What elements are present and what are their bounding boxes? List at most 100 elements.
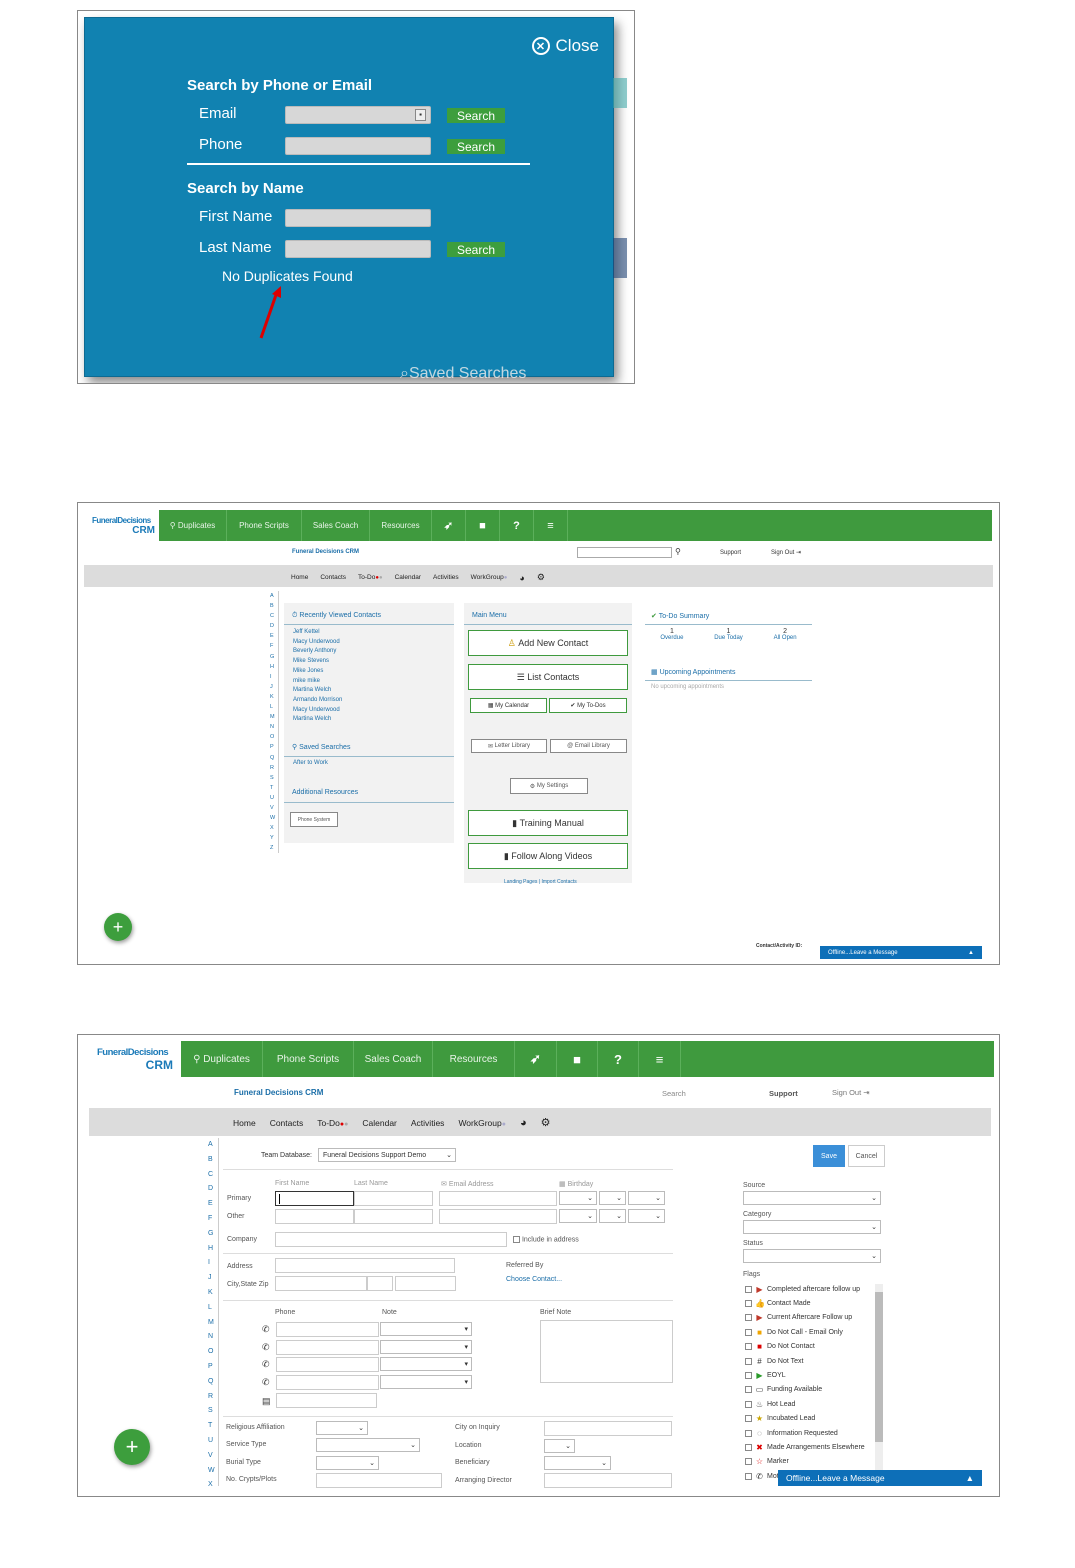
phone-input[interactable] (276, 1322, 379, 1337)
scrollbar[interactable] (875, 1284, 883, 1484)
subnav-activities[interactable]: Activities (433, 574, 459, 581)
follow-along-button[interactable]: ▮ Follow Along Videos (468, 843, 628, 869)
my-calendar-button[interactable]: ▦ My Calendar (470, 698, 547, 713)
service-type-select[interactable]: ⌄ (316, 1438, 420, 1452)
birth-year-select[interactable]: ⌄ (628, 1191, 665, 1205)
add-button[interactable]: + (104, 913, 132, 941)
flag-checkbox[interactable] (745, 1458, 752, 1466)
flag-item[interactable]: ▶ Current Aftercare Follow up (745, 1311, 875, 1325)
landing-pages-link[interactable]: Landing Pages (504, 879, 537, 885)
alpha-letter[interactable]: B (208, 1153, 215, 1168)
alpha-letter[interactable]: K (270, 692, 275, 702)
city-input[interactable] (275, 1276, 367, 1291)
flag-item[interactable]: ▶ Completed aftercare follow up (745, 1282, 875, 1296)
alpha-letter[interactable]: U (208, 1434, 215, 1449)
email-input[interactable]: ▪ (285, 106, 431, 124)
alpha-letter[interactable]: K (208, 1286, 215, 1301)
support-link[interactable]: Support (769, 1089, 798, 1098)
alpha-letter[interactable]: G (208, 1227, 215, 1242)
zip-input[interactable] (395, 1276, 456, 1291)
phone-search-button[interactable]: Search (447, 139, 505, 154)
alpha-letter[interactable]: V (270, 803, 275, 813)
training-manual-button[interactable]: ▮ Training Manual (468, 810, 628, 836)
search-input[interactable]: Search (662, 1089, 686, 1098)
flag-item[interactable]: ▶ EOYL (745, 1368, 875, 1382)
team-db-select[interactable]: Funeral Decisions Support Demo ⌄ (318, 1148, 456, 1162)
flag-item[interactable]: ☆ Marker (745, 1455, 875, 1469)
address-input[interactable] (275, 1258, 455, 1273)
flag-checkbox[interactable] (745, 1472, 752, 1480)
status-select[interactable]: ⌄ (743, 1249, 881, 1263)
subnav-workgroup[interactable]: WorkGroup● (458, 1118, 506, 1128)
support-link[interactable]: Support (720, 550, 741, 556)
nav-sales-coach[interactable]: Sales Coach (302, 510, 370, 541)
logo[interactable]: FuneralDecisions CRM (84, 510, 159, 541)
nav-phone-scripts[interactable]: Phone Scripts (227, 510, 302, 541)
other-email-input[interactable] (439, 1209, 557, 1224)
scrollbar-thumb[interactable] (875, 1292, 883, 1442)
phone-note-select[interactable]: ▾ (380, 1374, 472, 1389)
gear-icon[interactable]: ⚙ (537, 572, 545, 583)
flag-checkbox[interactable] (745, 1429, 752, 1437)
fax-input[interactable] (276, 1393, 377, 1408)
subnav-todo[interactable]: To-Do●● (317, 1118, 348, 1128)
flag-checkbox[interactable] (745, 1343, 752, 1351)
brief-note-textarea[interactable] (540, 1320, 673, 1383)
last-name-input[interactable] (354, 1191, 433, 1206)
phone-system-button[interactable]: Phone System (290, 812, 338, 827)
saved-item[interactable]: After to Work (293, 760, 328, 766)
recent-contact-link[interactable]: Mike Stevens (293, 657, 342, 667)
alpha-letter[interactable]: S (270, 773, 275, 783)
nav-resources[interactable]: Resources (370, 510, 432, 541)
alpha-letter[interactable]: P (270, 742, 275, 752)
sign-out-link[interactable]: Sign Out ⇥ (771, 549, 801, 556)
cancel-button[interactable]: Cancel (848, 1145, 885, 1167)
flag-checkbox[interactable] (745, 1386, 752, 1394)
subnav-calendar[interactable]: Calendar (395, 574, 421, 581)
alpha-letter[interactable]: J (208, 1271, 215, 1286)
subnav-contacts[interactable]: Contacts (270, 1118, 304, 1128)
alpha-letter[interactable]: D (270, 621, 275, 631)
alpha-letter[interactable]: Z (270, 843, 275, 853)
city-inquiry-input[interactable] (544, 1421, 672, 1436)
flag-item[interactable]: ◌ Information Requested (745, 1426, 875, 1440)
alpha-letter[interactable]: W (270, 813, 275, 823)
list-contacts-button[interactable]: ☰ List Contacts (468, 664, 628, 690)
alpha-letter[interactable]: U (270, 793, 275, 803)
other-month-select[interactable]: ⌄ (559, 1209, 597, 1223)
flag-item[interactable]: # Do Not Text (745, 1354, 875, 1368)
alpha-letter[interactable]: E (208, 1197, 215, 1212)
phone-input[interactable] (276, 1339, 379, 1355)
recent-contact-link[interactable]: Macy Underwood (293, 706, 342, 716)
other-year-select[interactable]: ⌄ (628, 1209, 665, 1223)
sign-out-link[interactable]: Sign Out ⇥ (832, 1088, 870, 1097)
recent-contact-link[interactable]: Martina Welch (293, 686, 342, 696)
subnav-workgroup[interactable]: WorkGroup● (471, 574, 508, 581)
alpha-letter[interactable]: F (270, 641, 275, 651)
religious-select[interactable]: ⌄ (316, 1421, 368, 1435)
alpha-letter[interactable]: N (208, 1330, 215, 1345)
flag-checkbox[interactable] (745, 1415, 752, 1423)
flag-checkbox[interactable] (745, 1285, 752, 1293)
other-day-select[interactable]: ⌄ (599, 1209, 626, 1223)
rocket-icon[interactable]: ➶ (432, 510, 466, 541)
phone-note-select[interactable]: ▾ (380, 1357, 472, 1371)
chart-icon[interactable]: ◕ (520, 1117, 527, 1129)
alpha-letter[interactable]: I (270, 672, 275, 682)
recent-contact-link[interactable]: Jeff Kettel (293, 628, 342, 638)
subnav-activities[interactable]: Activities (411, 1118, 445, 1128)
recent-contact-link[interactable]: Beverly Anthony (293, 647, 342, 657)
arranging-input[interactable] (544, 1473, 672, 1488)
alpha-letter[interactable]: V (208, 1449, 215, 1464)
offline-chat-bar[interactable]: Offline...Leave a Message ▲ (778, 1470, 982, 1486)
flag-item[interactable]: ★ Incubated Lead (745, 1412, 875, 1426)
include-address-checkbox[interactable] (513, 1236, 520, 1243)
alpha-letter[interactable]: E (270, 631, 275, 641)
alpha-letter[interactable]: L (270, 702, 275, 712)
flag-item[interactable]: ■ Do Not Contact (745, 1340, 875, 1354)
alpha-letter[interactable]: S (208, 1404, 215, 1419)
search-input[interactable] (577, 547, 672, 558)
my-settings-button[interactable]: ⚙ My Settings (510, 778, 588, 794)
location-select[interactable]: ⌄ (544, 1439, 575, 1453)
recent-contact-link[interactable]: mike mike (293, 677, 342, 687)
